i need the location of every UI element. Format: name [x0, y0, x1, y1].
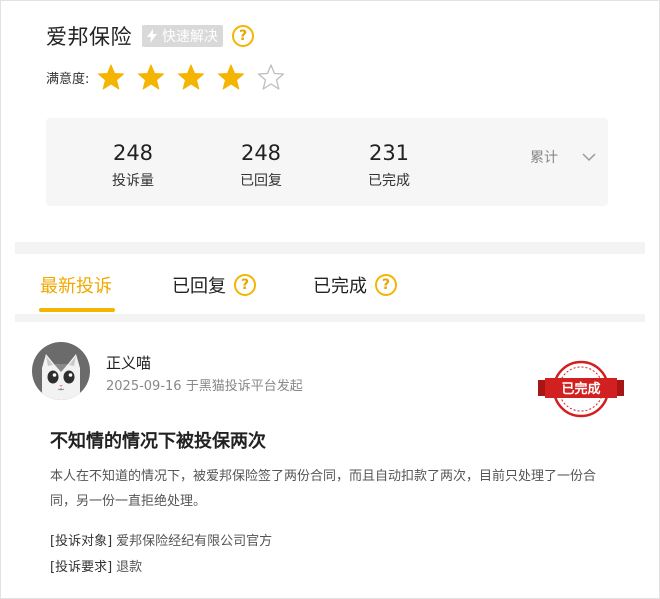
complaint-request-label: [投诉要求] [50, 560, 113, 575]
chevron-down-icon [582, 153, 596, 162]
period-dropdown-label: 累计 [530, 150, 558, 166]
tab-latest[interactable]: 最新投诉 [40, 272, 112, 298]
stat-replied-count: 248 [240, 141, 282, 165]
tab-completed[interactable]: 已完成 ? [313, 272, 397, 298]
tab-replied[interactable]: 已回复 ? [172, 272, 256, 298]
star-filled-icon [218, 64, 245, 90]
status-badge: 已完成 [538, 360, 624, 418]
stat-completed[interactable]: 231 已完成 [344, 140, 434, 190]
complaint-date: 2025-09-16 [106, 379, 182, 394]
complaint-source: 于黑猫投诉平台发起 [185, 379, 303, 394]
complaint-body: 本人在不知道的情况下，被爱邦保险签了两份合同，而且自动扣款了两次，目前只处理了一… [50, 469, 597, 509]
cat-avatar-icon [32, 342, 90, 400]
stat-complaints-count: 248 [112, 141, 154, 165]
complaint-request-value: 退款 [116, 560, 143, 575]
stat-complaints-label: 投诉量 [112, 173, 154, 189]
star-empty-icon [258, 64, 285, 90]
complaint-target-value: 爱邦保险经纪有限公司官方 [116, 534, 273, 549]
stat-replied[interactable]: 248 已回复 [216, 140, 306, 190]
satisfaction-rating: 满意度: [46, 62, 297, 92]
status-badge-label: 已完成 [561, 381, 600, 397]
help-icon[interactable]: ? [232, 25, 254, 47]
stat-completed-count: 231 [368, 141, 410, 165]
complaint-title[interactable]: 不知情的情况下被投保两次 [50, 427, 266, 453]
star-filled-icon [178, 64, 205, 90]
complaint-username[interactable]: 正义喵 [106, 352, 151, 373]
period-dropdown[interactable]: 累计 [530, 147, 596, 167]
stat-replied-label: 已回复 [240, 173, 282, 189]
help-icon[interactable]: ? [375, 274, 397, 296]
complaint-target: [投诉对象] 爱邦保险经纪有限公司官方 [50, 530, 272, 549]
complaint-request: [投诉要求] 退款 [50, 556, 142, 575]
section-divider [15, 242, 645, 254]
tab-replied-label: 已回复 [172, 276, 226, 297]
complaint-meta: 2025-09-16 于黑猫投诉平台发起 [106, 375, 303, 394]
lightning-icon [147, 29, 157, 43]
section-divider [15, 314, 645, 322]
tab-completed-label: 已完成 [313, 276, 367, 297]
star-filled-icon [98, 64, 125, 90]
company-header: 爱邦保险 快速解决 ? [46, 22, 254, 50]
fast-resolve-label: 快速解决 [162, 29, 218, 45]
star-filled-icon [138, 64, 165, 90]
stats-panel: 248 投诉量 248 已回复 231 已完成 累计 [46, 118, 608, 206]
satisfaction-label: 满意度: [46, 71, 90, 87]
company-name[interactable]: 爱邦保险 [46, 21, 132, 51]
help-icon[interactable]: ? [234, 274, 256, 296]
star-rating [97, 63, 297, 91]
complaint-target-label: [投诉对象] [50, 534, 113, 549]
fast-resolve-badge: 快速解决 [142, 25, 223, 47]
stat-completed-label: 已完成 [368, 173, 410, 189]
active-tab-indicator [39, 308, 115, 312]
tab-latest-label: 最新投诉 [40, 276, 112, 297]
avatar[interactable] [32, 342, 90, 400]
complaint-tabs: 最新投诉 已回复 ? 已完成 ? [15, 254, 645, 314]
stat-complaints[interactable]: 248 投诉量 [88, 140, 178, 190]
